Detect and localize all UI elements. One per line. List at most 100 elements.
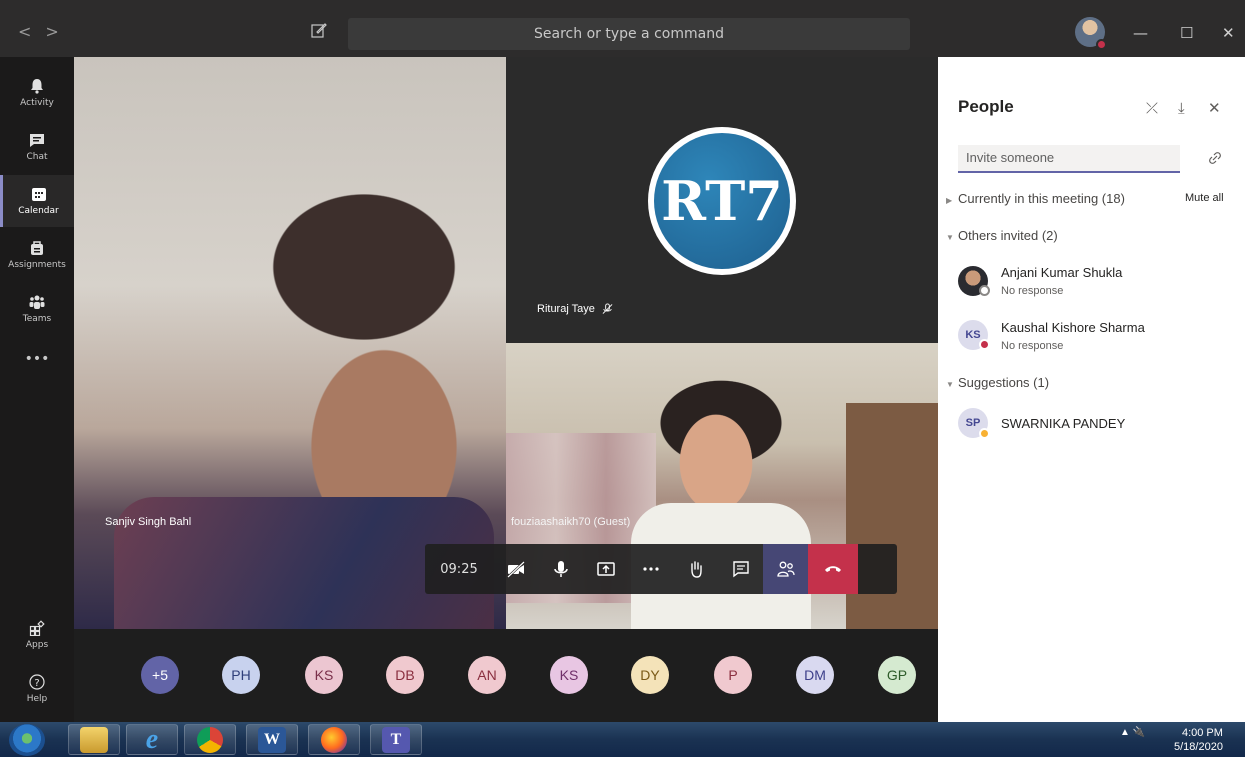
- participant-bubble[interactable]: AN: [468, 656, 506, 694]
- presence-away-icon: [979, 428, 990, 439]
- rail-label: Apps: [25, 640, 49, 650]
- taskbar-chrome[interactable]: [184, 724, 236, 755]
- rail-item-teams[interactable]: Teams: [0, 283, 74, 335]
- forward-icon[interactable]: >: [45, 22, 72, 41]
- close-button[interactable]: ✕: [1222, 24, 1235, 42]
- call-controls-bar: 09:25: [425, 544, 897, 594]
- nav-arrows[interactable]: <>: [18, 22, 73, 41]
- calendar-icon: [31, 188, 46, 201]
- taskbar-file-explorer[interactable]: [68, 724, 120, 755]
- mic-toggle-button[interactable]: [538, 544, 583, 594]
- section-label: Currently in this meeting (18): [958, 191, 1125, 206]
- rail-label: Activity: [20, 98, 54, 108]
- participant-bubble[interactable]: DM: [796, 656, 834, 694]
- teams-app-icon: T: [382, 726, 410, 753]
- rail-item-chat[interactable]: Chat: [0, 121, 74, 173]
- participant-name-label: fouziaashaikh70 (Guest): [511, 516, 631, 528]
- rail-item-activity[interactable]: Activity: [0, 67, 74, 119]
- clock-date: 5/18/2020: [1174, 741, 1223, 753]
- internet-explorer-icon: e: [145, 723, 159, 755]
- participant-bubble[interactable]: DY: [631, 656, 669, 694]
- close-panel-icon[interactable]: ✕: [1208, 99, 1221, 117]
- start-button[interactable]: [9, 724, 45, 756]
- more-icon: •••: [24, 351, 50, 367]
- help-icon: ?: [29, 674, 45, 690]
- rail-item-assignments[interactable]: Assignments: [0, 229, 74, 281]
- hang-up-icon: [825, 566, 841, 572]
- caret-down-icon: ▼: [946, 380, 954, 389]
- person-name: Anjani Kumar Shukla: [1001, 265, 1123, 280]
- participant-bubble[interactable]: +5: [141, 656, 179, 694]
- hang-up-button[interactable]: [808, 544, 858, 594]
- camera-off-icon: [506, 561, 525, 578]
- compose-icon[interactable]: [311, 22, 327, 38]
- raise-hand-button[interactable]: [673, 544, 718, 594]
- panel-title: People: [958, 97, 1014, 116]
- participant-bubble[interactable]: P: [714, 656, 752, 694]
- taskbar-word[interactable]: W: [246, 724, 298, 755]
- title-bar: <> Search or type a command — ☐ ✕: [0, 0, 1245, 57]
- share-screen-icon: [596, 562, 615, 576]
- taskbar-firefox[interactable]: [308, 724, 360, 755]
- camera-toggle-button[interactable]: [493, 544, 538, 594]
- chat-toggle-button[interactable]: [718, 544, 763, 594]
- section-label: Suggestions (1): [958, 375, 1050, 390]
- caret-down-icon: ▼: [946, 233, 954, 242]
- section-label: Others invited (2): [958, 228, 1058, 243]
- teams-window: <> Search or type a command — ☐ ✕ Activi…: [0, 0, 1245, 757]
- participants-button[interactable]: [763, 544, 808, 594]
- presence-busy-icon: [979, 339, 990, 350]
- mic-off-icon: [602, 303, 613, 315]
- video-feed-shelf: [846, 403, 938, 629]
- minimize-button[interactable]: —: [1133, 24, 1148, 42]
- participant-bubble[interactable]: KS: [550, 656, 588, 694]
- chrome-icon: [197, 726, 223, 753]
- folder-icon: [80, 726, 108, 753]
- participant-bubble[interactable]: PH: [222, 656, 260, 694]
- apps-icon: [29, 620, 45, 636]
- participant-bubble[interactable]: GP: [878, 656, 916, 694]
- rail-item-calendar[interactable]: Calendar: [0, 175, 74, 227]
- participant-name-label: Rituraj Taye: [537, 303, 613, 315]
- word-icon: W: [258, 726, 286, 753]
- assignments-icon: [31, 241, 43, 255]
- more-apps-button[interactable]: •••: [0, 333, 74, 385]
- rail-item-apps[interactable]: Apps: [0, 609, 74, 661]
- rail-label: Help: [26, 694, 48, 704]
- section-suggestions[interactable]: ▼ Suggestions (1): [946, 375, 1049, 390]
- download-icon[interactable]: ⤓: [1178, 99, 1185, 117]
- svg-text:?: ?: [34, 678, 39, 689]
- call-timer: 09:25: [440, 561, 478, 577]
- back-icon[interactable]: <: [18, 22, 45, 41]
- share-screen-button[interactable]: [583, 544, 628, 594]
- teams-icon: [29, 295, 45, 309]
- firefox-icon: [321, 726, 347, 753]
- more-actions-button[interactable]: [628, 544, 673, 594]
- section-others-invited[interactable]: ▼ Others invited (2): [946, 228, 1058, 243]
- maximize-button[interactable]: ☐: [1180, 24, 1193, 42]
- chat-icon: [30, 134, 44, 147]
- taskbar-teams[interactable]: T: [370, 724, 422, 755]
- presence-status-icon: [1096, 39, 1107, 50]
- search-input[interactable]: Search or type a command: [348, 18, 910, 50]
- participant-name: Rituraj Taye: [537, 303, 595, 315]
- rail-label: Assignments: [8, 260, 66, 270]
- system-clock[interactable]: 4:00 PM 5/18/2020: [1174, 726, 1223, 754]
- invite-input[interactable]: Invite someone: [958, 145, 1180, 173]
- share-link-icon[interactable]: [1208, 151, 1222, 165]
- participant-logo: RT7: [654, 133, 790, 269]
- app-rail: Activity Chat Calendar Assignments Teams…: [0, 57, 74, 722]
- mic-icon: [553, 561, 568, 577]
- participant-bubble[interactable]: DB: [386, 656, 424, 694]
- raise-hand-icon: [690, 561, 702, 578]
- clock-time: 4:00 PM: [1181, 727, 1223, 739]
- more-icon: [642, 567, 659, 571]
- tray-icons[interactable]: ▲ 🔌: [1120, 727, 1145, 738]
- person-name: SWARNIKA PANDEY: [1001, 416, 1126, 431]
- participant-bubble[interactable]: KS: [305, 656, 343, 694]
- rail-item-help[interactable]: ? Help: [0, 663, 74, 715]
- taskbar-internet-explorer[interactable]: e: [126, 724, 178, 755]
- mute-check-icon[interactable]: ⤫: [1146, 99, 1158, 117]
- section-in-meeting[interactable]: ▶ Currently in this meeting (18): [946, 191, 1125, 206]
- mute-all-button[interactable]: Mute all: [1185, 192, 1224, 204]
